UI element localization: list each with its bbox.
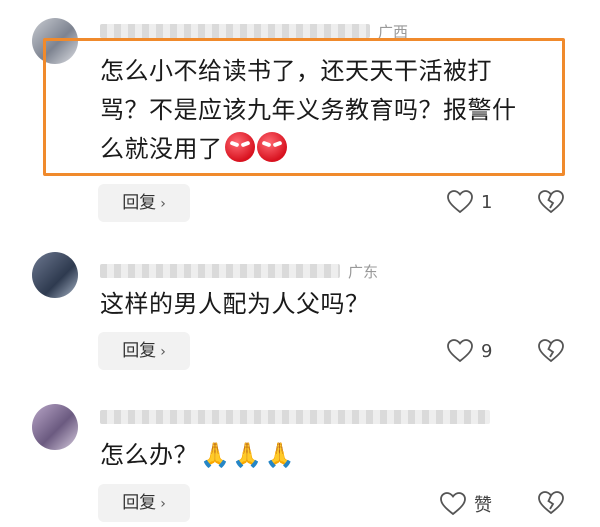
comment-text: 怎么小不给读书了，还天天干活被打 骂？不是应该九年义务教育吗？报警什 么就没用了 [100, 52, 517, 169]
reply-button[interactable]: 回复 › [98, 484, 190, 522]
like-count: 1 [481, 191, 493, 213]
comment-line: 骂？不是应该九年义务教育吗？报警什 [100, 96, 517, 124]
username-blurred [100, 264, 340, 278]
praying-hands-icon: 🙏 [264, 441, 296, 469]
avatar[interactable] [32, 404, 78, 450]
angry-emoji-icon [256, 132, 287, 162]
comment-line-text: 么就没用了 [100, 135, 223, 163]
reply-label: 回复 [122, 341, 157, 361]
like-button[interactable]: 1 [447, 190, 492, 214]
comment-line: 怎么小不给读书了，还天天干活被打 [100, 57, 492, 85]
dislike-button[interactable] [538, 339, 564, 367]
avatar[interactable] [32, 252, 78, 298]
chevron-right-icon: › [160, 344, 166, 360]
comment-text: 这样的男人配为人父吗？ [100, 285, 370, 324]
reply-label: 回复 [122, 193, 157, 213]
heart-icon [447, 339, 473, 363]
username-blurred [100, 24, 370, 38]
comment-line: 么就没用了 [100, 130, 517, 169]
chevron-right-icon: › [160, 196, 166, 212]
ip-location: 广东 [348, 263, 379, 281]
broken-heart-icon [538, 339, 564, 363]
comment-line: 怎么办？🙏🙏🙏 [100, 436, 295, 475]
heart-icon [440, 492, 466, 516]
comment-item: 广东 这样的男人配为人父吗？ 回复 › 9 [0, 230, 600, 380]
like-button[interactable]: 赞 [440, 491, 492, 517]
praying-hands-icon: 🙏 [232, 441, 263, 469]
reply-button[interactable]: 回复 › [98, 332, 190, 370]
dislike-button[interactable] [538, 190, 564, 218]
broken-heart-icon [538, 190, 564, 214]
like-button[interactable]: 9 [447, 339, 492, 363]
reply-label: 回复 [122, 493, 157, 513]
comment-line: 这样的男人配为人父吗？ [100, 290, 370, 318]
angry-emoji-icon [224, 132, 255, 162]
comment-item: 广西 怎么小不给读书了，还天天干活被打 骂？不是应该九年义务教育吗？报警什 么就… [0, 0, 600, 230]
username-blurred [100, 410, 490, 424]
broken-heart-icon [538, 491, 564, 515]
comment-line-text: 怎么办？ [100, 441, 198, 469]
like-count: 9 [481, 340, 493, 362]
praying-hands-icon: 🙏 [200, 441, 231, 469]
heart-icon [447, 190, 473, 214]
dislike-button[interactable] [538, 491, 564, 519]
comment-text: 怎么办？🙏🙏🙏 [100, 436, 295, 475]
like-count: 赞 [474, 495, 492, 516]
chevron-right-icon: › [160, 496, 166, 512]
reply-button[interactable]: 回复 › [98, 184, 190, 222]
comment-item: 怎么办？🙏🙏🙏 回复 › 赞 [0, 380, 600, 527]
